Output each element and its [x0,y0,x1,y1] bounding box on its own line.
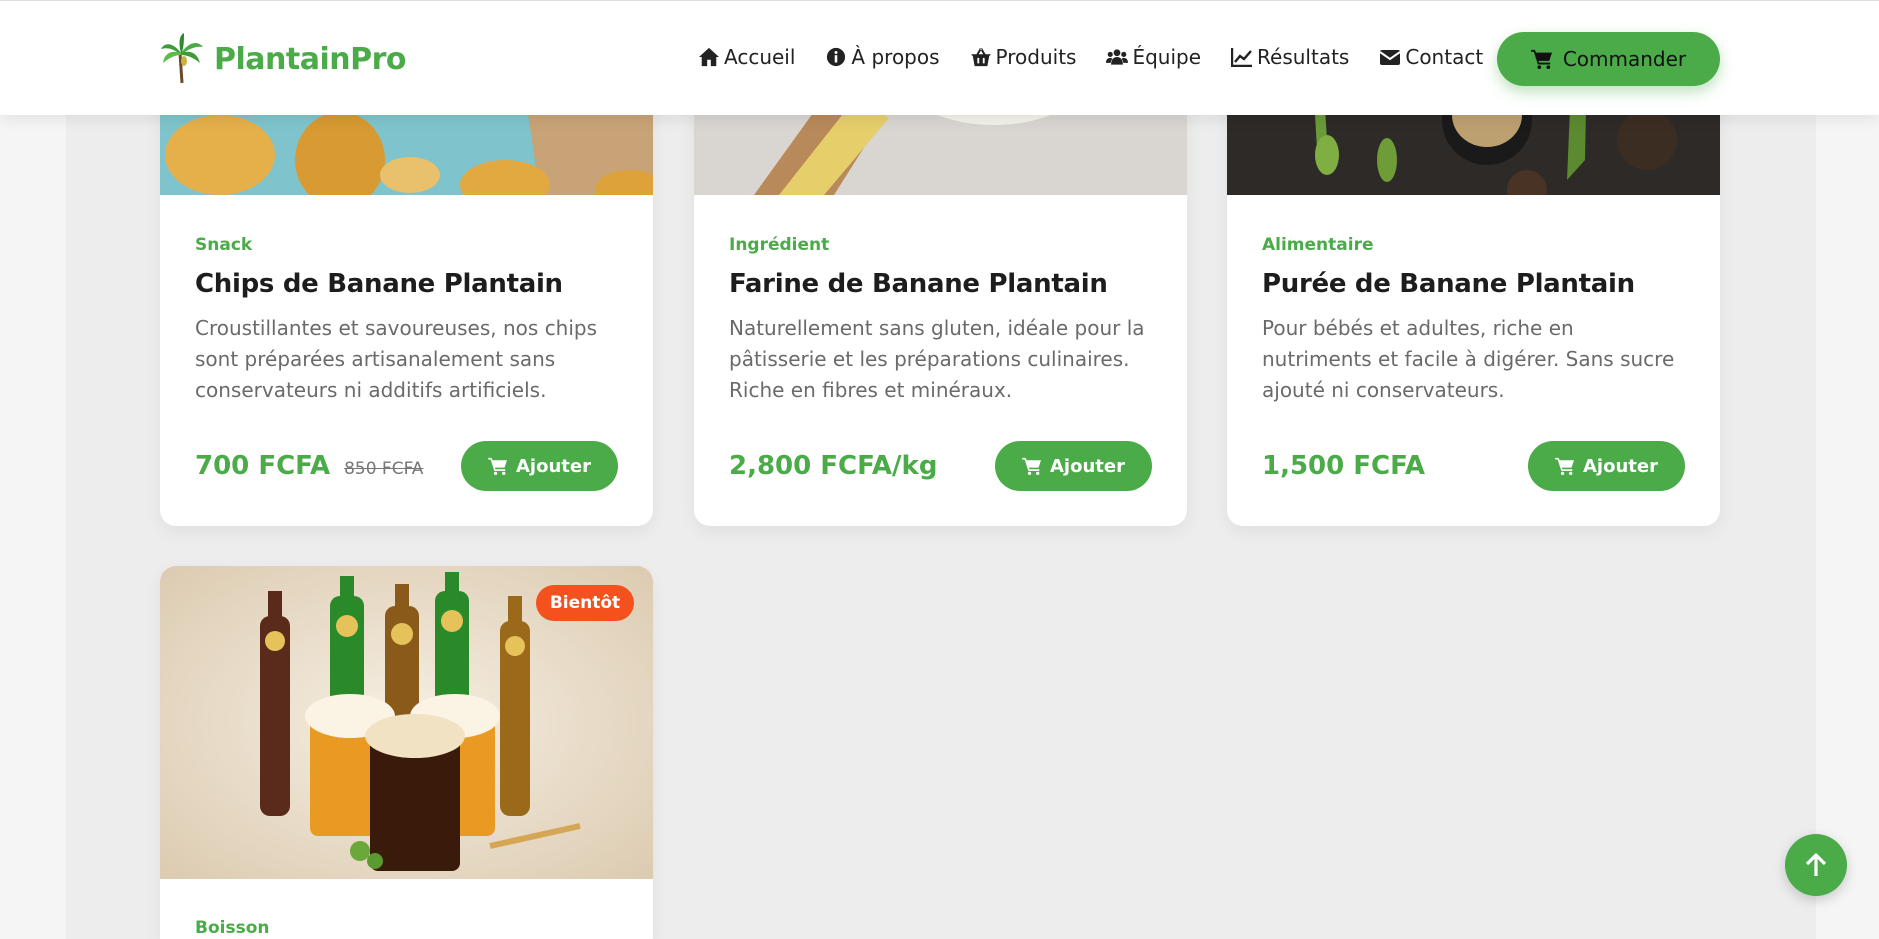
cart-icon [1530,49,1552,69]
product-description: Pour bébés et adultes, riche en nutrimen… [1262,316,1675,402]
main-nav: Accueil À propos Produits Équipe Résulta… [698,45,1513,69]
product-price: 700 FCFA [195,451,331,481]
site-header: PlantainPro Accueil À propos Produits Éq… [0,0,1879,115]
nav-produits[interactable]: Produits [970,45,1077,69]
card-body: Snack Chips de Banane Plantain Croustill… [195,235,618,406]
nav-label: Produits [995,45,1077,69]
card-body: Ingrédient Farine de Banane Plantain Nat… [729,235,1152,406]
product-category: Alimentaire [1262,235,1374,255]
line-chart-icon [1231,48,1253,67]
product-card: Alimentaire Purée de Banane Plantain Pou… [1227,60,1720,526]
nav-accueil[interactable]: Accueil [698,45,795,69]
product-title: Farine de Banane Plantain [729,269,1108,299]
product-title: Purée de Banane Plantain [1262,269,1635,299]
product-category: Boisson [195,918,270,938]
product-card: Ingrédient Farine de Banane Plantain Nat… [694,60,1187,526]
price-row: 700 FCFA 850 FCFA Ajouter [195,441,618,491]
product-category: Ingrédient [729,235,830,255]
nav-label: Équipe [1132,45,1202,69]
basket-icon [970,47,991,67]
product-price: 2,800 FCFA/kg [729,451,938,481]
nav-resultats[interactable]: Résultats [1231,45,1349,69]
nav-a-propos[interactable]: À propos [825,45,940,69]
status-badge: Bientôt [536,585,634,621]
arrow-up-icon [1805,853,1827,876]
users-icon [1106,49,1129,65]
product-title: Chips de Banane Plantain [195,269,563,299]
add-to-cart-button[interactable]: Ajouter [995,441,1152,491]
nav-contact[interactable]: Contact [1379,45,1483,69]
product-category: Snack [195,235,253,255]
back-to-top-button[interactable] [1785,834,1847,896]
product-old-price: 850 FCFA [344,459,424,479]
nav-label: Résultats [1257,45,1350,69]
brand-logo[interactable]: PlantainPro [160,33,407,85]
card-body: Alimentaire Purée de Banane Plantain Pou… [1262,235,1685,406]
nav-equipe[interactable]: Équipe [1106,45,1201,69]
envelope-icon [1379,50,1401,65]
add-label: Ajouter [1050,455,1125,477]
card-body: Boisson [195,918,618,938]
product-description: Naturellement sans gluten, idéale pour l… [729,316,1145,402]
nav-label: Accueil [724,45,796,69]
commander-label: Commander [1562,47,1687,71]
add-to-cart-button[interactable]: Ajouter [1528,441,1685,491]
product-price: 1,500 FCFA [1262,451,1426,481]
add-label: Ajouter [1583,455,1658,477]
info-circle-icon [827,47,846,67]
product-card: Bientôt Boisson [160,566,653,939]
home-icon [699,47,719,67]
product-card: Snack Chips de Banane Plantain Croustill… [160,60,653,526]
commander-button[interactable]: Commander [1497,32,1720,86]
cart-icon [1022,457,1041,475]
add-to-cart-button[interactable]: Ajouter [461,441,618,491]
add-label: Ajouter [516,455,591,477]
cart-icon [1555,457,1574,475]
nav-label: Contact [1405,45,1484,69]
cart-icon [488,457,507,475]
price-row: 2,800 FCFA/kg Ajouter [729,441,1152,491]
product-description: Croustillantes et savoureuses, nos chips… [195,316,598,402]
plantain-tree-icon [161,33,203,84]
brand-name: PlantainPro [214,41,407,77]
price-row: 1,500 FCFA Ajouter [1262,441,1685,491]
nav-label: À propos [851,45,940,69]
